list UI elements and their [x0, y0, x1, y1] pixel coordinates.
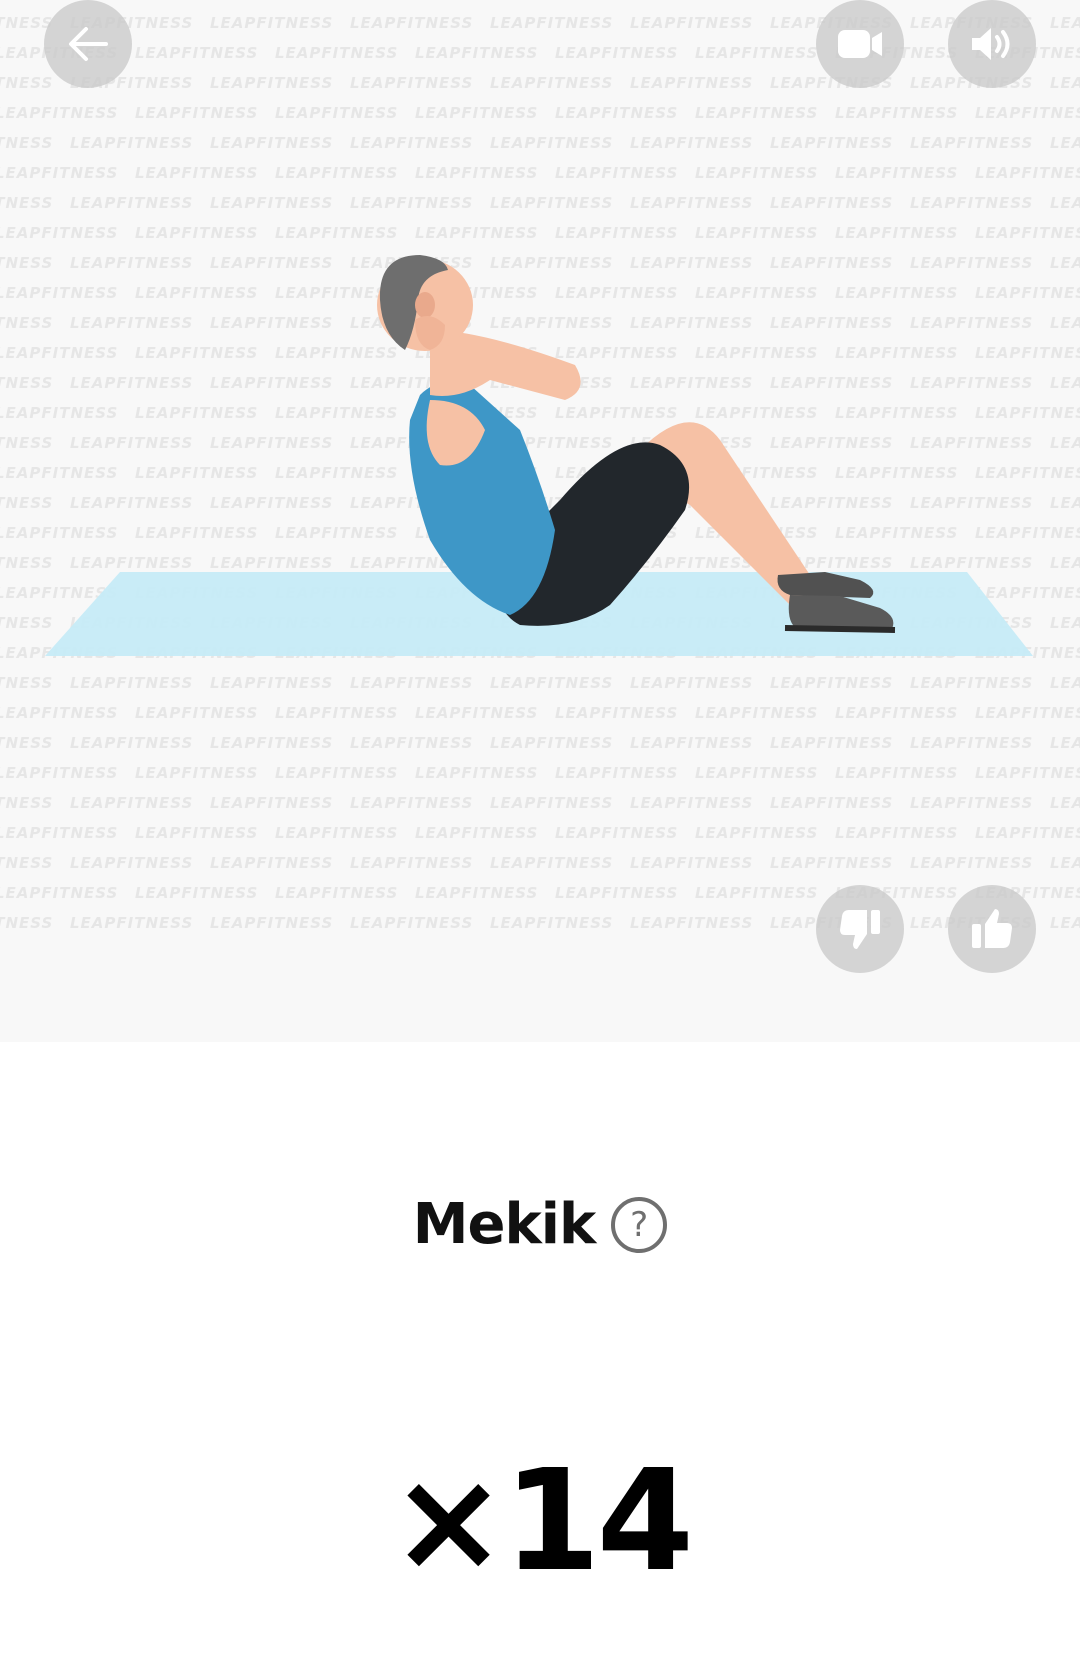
thumbs-down-icon — [840, 910, 880, 949]
video-camera-icon — [838, 30, 882, 58]
shoe-sole — [784, 625, 896, 633]
dislike-button[interactable] — [816, 885, 904, 973]
arrow-left-icon — [69, 27, 108, 61]
ear — [415, 292, 435, 318]
like-button[interactable] — [948, 885, 1036, 973]
workout-screen: LEAPFITNESSLEAPFITNESSLEAPFITNESSLEAPFIT… — [0, 0, 1080, 1673]
video-button[interactable] — [816, 0, 904, 88]
reps-row: ×14 — [0, 1440, 1080, 1603]
repetition-count: ×14 — [389, 1440, 694, 1603]
sound-button[interactable] — [948, 0, 1036, 88]
back-button[interactable] — [44, 0, 132, 88]
help-icon[interactable]: ? — [611, 1196, 668, 1253]
exercise-title-row: Mekik ? — [0, 1192, 1080, 1257]
speaker-icon — [972, 28, 1010, 60]
exercise-illustration-area: LEAPFITNESSLEAPFITNESSLEAPFITNESSLEAPFIT… — [0, 0, 1080, 1042]
thumbs-up-icon — [972, 909, 1012, 948]
exercise-name: Mekik — [412, 1192, 596, 1257]
exercise-illustration — [45, 255, 1033, 656]
